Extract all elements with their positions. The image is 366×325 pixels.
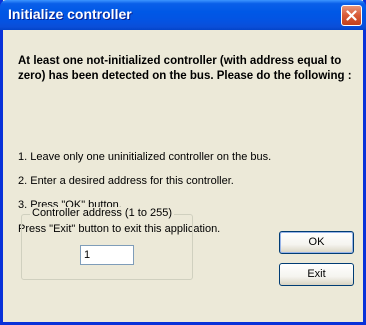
intro-message: At least one not-initialized controller … bbox=[18, 55, 352, 82]
close-icon bbox=[346, 10, 357, 21]
exit-button[interactable]: Exit bbox=[279, 263, 354, 286]
dialog-body: At least one not-initialized controller … bbox=[3, 30, 363, 322]
controller-address-label: Controller address (1 to 255) bbox=[30, 207, 175, 219]
controller-address-input[interactable] bbox=[80, 245, 134, 265]
close-button[interactable] bbox=[341, 5, 362, 26]
step-2-text: 2. Enter a desired address for this cont… bbox=[18, 175, 234, 187]
ok-button[interactable]: OK bbox=[279, 231, 354, 254]
window-title: Initialize controller bbox=[8, 6, 132, 22]
step-1-text: 1. Leave only one uninitialized controll… bbox=[18, 151, 272, 163]
title-bar[interactable]: Initialize controller bbox=[0, 0, 366, 30]
initialize-controller-dialog: Initialize controller At least one not-i… bbox=[0, 0, 366, 325]
controller-address-group: Controller address (1 to 255) bbox=[21, 207, 193, 280]
